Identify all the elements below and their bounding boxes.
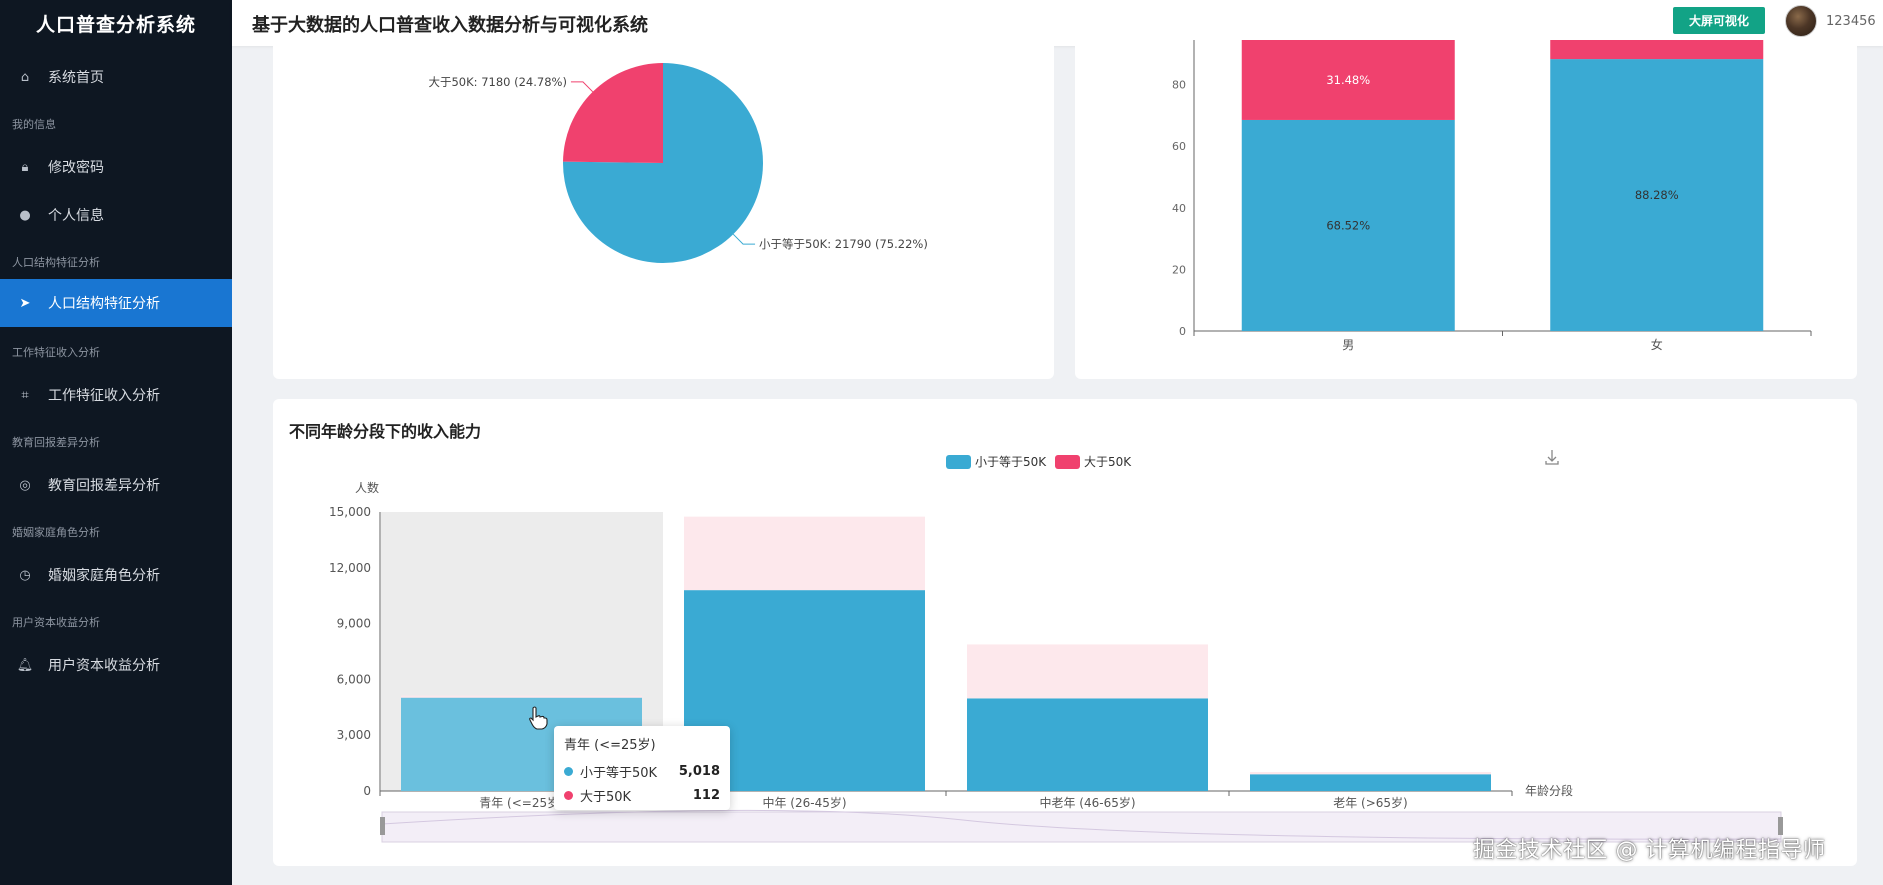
x-axis-title: 年龄分段 <box>1525 783 1573 798</box>
nav-group-label: 工作特征收入分析 <box>12 346 100 359</box>
tooltip-series-value: 112 <box>692 787 720 803</box>
watermark: 掘金技术社区 @ 计算机编程指导师 <box>1473 838 1826 863</box>
clock-icon: ◷ <box>19 567 31 583</box>
user-icon: ● <box>19 207 31 223</box>
legend-swatch[interactable] <box>946 455 971 469</box>
tooltip-series-value: 5,018 <box>678 763 720 779</box>
income-pie-chart: 小于等于50K: 21790 (75.22%) 大于50K: 7180 (24.7… <box>428 63 928 263</box>
y-tick-label: 60 <box>1172 140 1186 153</box>
x-tick-label: 老年 (>65岁) <box>1333 795 1408 810</box>
username[interactable]: 123456 <box>1826 14 1876 29</box>
age-bar[interactable] <box>1250 774 1491 791</box>
sidebar-item-label: 人口结构特征分析 <box>48 296 160 312</box>
pie-label-line <box>570 81 594 93</box>
bar-value-label: 88.28% <box>1635 188 1679 202</box>
x-tick-label: 女 <box>1651 337 1663 352</box>
x-tick-label: 中老年 (46-65岁) <box>1039 795 1135 810</box>
series-dot-icon <box>564 766 573 776</box>
age-bar[interactable] <box>1250 772 1491 775</box>
age-bar[interactable] <box>401 695 642 698</box>
page-title: 基于大数据的人口普查收入数据分析与可视化系统 <box>252 15 648 36</box>
pie-slice-label: 小于等于50K: 21790 (75.22%) <box>759 237 928 251</box>
age-income-chart: 小于等于50K 大于50K 人数 0 3,000 6,000 9,000 12,000 15,0… <box>329 450 1783 843</box>
y-tick-label: 20 <box>1172 263 1186 276</box>
stack-bar[interactable] <box>1550 40 1764 60</box>
tooltip-row: 小于等于50K 5,018 <box>564 759 720 783</box>
legend-label[interactable]: 大于50K <box>1084 455 1132 469</box>
y-tick-label: 0 <box>1179 325 1186 338</box>
nav-group-label: 用户资本收益分析 <box>12 616 100 629</box>
y-tick-label: 80 <box>1172 79 1186 92</box>
tooltip-title: 青年 (<=25岁) <box>564 738 656 753</box>
legend-swatch[interactable] <box>1055 455 1080 469</box>
pie-label-line <box>732 233 756 245</box>
y-tick-label: 15,000 <box>329 505 371 519</box>
legend-label[interactable]: 小于等于50K <box>975 455 1047 469</box>
y-tick-label: 12,000 <box>329 561 371 575</box>
y-tick-label: 9,000 <box>337 617 371 631</box>
sidebar-item-label: 婚姻家庭角色分析 <box>48 568 160 584</box>
pie-slice-label: 大于50K: 7180 (24.78%) <box>428 75 566 89</box>
lock-icon: 🔒︎ <box>21 159 29 175</box>
x-tick-label: 青年 (<=25岁) <box>479 795 564 810</box>
tooltip-row: 大于50K 112 <box>564 783 720 807</box>
nav-group-label: 我的信息 <box>12 118 56 131</box>
x-tick-label: 中年 (26-45岁) <box>762 795 846 810</box>
sidebar-item-14[interactable]: 🔔︎ 用户资本收益分析 <box>0 641 232 689</box>
home-icon: ⌂ <box>20 69 30 85</box>
tooltip-series-name: 大于50K <box>580 789 632 805</box>
age-bar[interactable] <box>967 698 1208 791</box>
sidebar-item-6[interactable]: ➤ 人口结构特征分析 <box>0 279 232 327</box>
pie-slice[interactable] <box>563 63 663 163</box>
gender-income-card: 0 20 40 60 80 68.52% 31.48% 男 88.28% 女 <box>1075 40 1857 379</box>
sidebar-item-3[interactable]: 🔒︎ 修改密码 <box>0 143 232 191</box>
series-dot-icon <box>564 790 573 800</box>
sidebar-item-10[interactable]: ◎ 教育回报差异分析 <box>0 461 232 509</box>
send-icon: ➤ <box>19 295 31 311</box>
big-screen-button[interactable]: 大屏可视化 <box>1673 7 1765 34</box>
age-income-card: 不同年龄分段下的收入能力 小于等于50K 大于50K 人数 0 3,000 6,000 9,… <box>273 399 1857 866</box>
sidebar-item-1[interactable]: ⌂ 系统首页 <box>0 53 232 101</box>
sidebar-item-label: 用户资本收益分析 <box>48 658 160 674</box>
age-bar[interactable] <box>967 644 1208 699</box>
crop-icon: ⌗ <box>21 387 29 403</box>
y-tick-label: 0 <box>363 784 371 798</box>
sidebar-item-label: 系统首页 <box>48 70 104 86</box>
income-pie-card: 小于等于50K: 21790 (75.22%) 大于50K: 7180 (24.7… <box>273 40 1054 379</box>
sidebar-item-8[interactable]: ⌗ 工作特征收入分析 <box>0 371 232 419</box>
tooltip-series-name: 小于等于50K <box>580 765 658 781</box>
sidebar-item-label: 修改密码 <box>48 160 104 176</box>
x-tick-label: 男 <box>1342 338 1354 352</box>
nav-group-label: 人口结构特征分析 <box>12 256 100 269</box>
sidebar-item-label: 个人信息 <box>48 208 104 224</box>
y-axis-title: 人数 <box>355 480 379 495</box>
sidebar-item-label: 工作特征收入分析 <box>48 388 160 404</box>
sidebar-item-4[interactable]: ● 个人信息 <box>0 191 232 239</box>
sidebar: 人口普查分析系统 ⌂ 系统首页我的信息 🔒︎ 修改密码 ● 个人信息人口结构特征分析 ➤ 人口… <box>0 0 232 885</box>
age-bar[interactable] <box>684 516 925 591</box>
target-icon: ◎ <box>19 477 31 493</box>
avatar[interactable] <box>1785 5 1817 37</box>
sidebar-item-12[interactable]: ◷ 婚姻家庭角色分析 <box>0 551 232 599</box>
nav-group-label: 婚姻家庭角色分析 <box>12 526 100 539</box>
gender-income-chart: 0 20 40 60 80 68.52% 31.48% 男 88.28% 女 <box>1172 40 1812 352</box>
app-brand: 人口普查分析系统 <box>35 13 196 36</box>
y-tick-label: 6,000 <box>337 672 371 686</box>
zoom-handle-left[interactable] <box>380 817 385 835</box>
bar-value-label: 68.52% <box>1326 218 1370 232</box>
bar-value-label: 31.48% <box>1326 73 1370 87</box>
bell-icon: 🔔︎ <box>16 657 34 673</box>
y-tick-label: 40 <box>1172 202 1186 215</box>
chart-tooltip: 青年 (<=25岁) 小于等于50K 5,018 大于50K 112 <box>554 726 730 810</box>
sidebar-item-label: 教育回报差异分析 <box>48 478 160 494</box>
download-icon[interactable] <box>1545 450 1559 465</box>
y-tick-label: 3,000 <box>337 728 371 742</box>
hand-cursor-icon <box>529 706 548 730</box>
nav-group-label: 教育回报差异分析 <box>12 436 100 449</box>
